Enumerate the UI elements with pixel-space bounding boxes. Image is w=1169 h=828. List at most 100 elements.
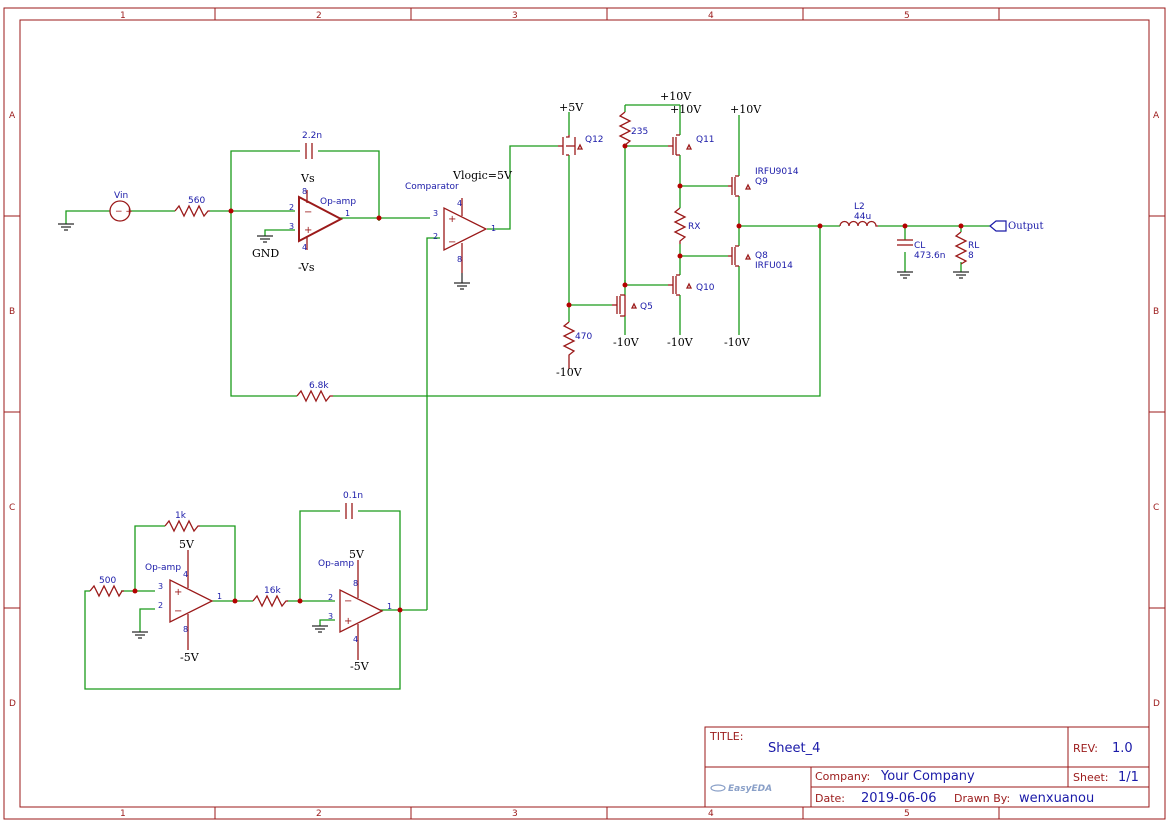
col-label: 4 — [708, 11, 714, 21]
mosfet-q10 — [668, 274, 693, 296]
r68k-label: 6.8k — [309, 381, 329, 391]
l2-label: L2 — [854, 202, 865, 212]
resistor-470 — [562, 321, 576, 369]
n10v-label: -10V — [667, 336, 694, 349]
r16k-label: 16k — [264, 586, 281, 596]
svg-text:−: − — [174, 606, 182, 617]
resistor-500 — [89, 584, 124, 598]
output-port — [989, 220, 1007, 232]
mosfet-q5 — [612, 294, 638, 317]
row-label: A — [9, 111, 16, 121]
svg-text:− +: − + — [115, 207, 133, 217]
row-label: B — [9, 307, 15, 317]
capacitor-2-2n — [305, 143, 313, 159]
drawn-by-label: Drawn By: — [954, 792, 1010, 805]
svg-text:4: 4 — [353, 635, 358, 644]
svg-text:−: − — [304, 207, 312, 218]
svg-text:8: 8 — [302, 187, 307, 196]
wires — [65, 104, 990, 690]
svg-text:1: 1 — [387, 602, 392, 611]
c01n-label: 0.1n — [343, 491, 363, 501]
q8-label: Q8 — [755, 251, 768, 261]
r500-label: 500 — [99, 576, 116, 586]
mosfet-q8 — [728, 245, 752, 267]
row-label: A — [1153, 111, 1160, 121]
resistor-6-8k — [296, 389, 333, 403]
row-label: B — [1153, 307, 1159, 317]
q10-label: Q10 — [696, 283, 715, 293]
col-label: 5 — [904, 11, 910, 21]
mosfet-q11 — [668, 134, 693, 156]
date-value: 2019-06-06 — [861, 791, 937, 806]
resistor-560 — [174, 204, 210, 218]
col-label: 1 — [120, 809, 126, 819]
rx-label: RX — [688, 222, 700, 232]
svg-text:3: 3 — [158, 582, 163, 591]
svg-text:3: 3 — [433, 209, 438, 218]
vs-label: Vs — [300, 172, 315, 185]
mosfet-q9 — [728, 175, 752, 197]
title-block: TITLE: Sheet_4 REV: 1.0 Company: Your Co… — [704, 726, 1150, 808]
n10v-label: -10V — [556, 366, 583, 379]
svg-text:4: 4 — [302, 243, 307, 252]
col-label: 1 — [120, 11, 126, 21]
q8-part-label: IRFU014 — [755, 261, 793, 271]
col-label: 3 — [512, 809, 518, 819]
opamp2-label: Op-amp — [145, 563, 181, 573]
svg-text:8: 8 — [353, 579, 358, 588]
opamp3-label: Op-amp — [318, 559, 354, 569]
p10v-label: +10V — [730, 103, 762, 116]
junctions — [132, 143, 964, 613]
vlogic-label: Vlogic=5V — [452, 169, 513, 182]
company-label: Company: — [815, 770, 870, 783]
sheet-label: Sheet: — [1073, 771, 1109, 784]
gnd-label: GND — [252, 247, 279, 260]
svg-text:1: 1 — [491, 224, 496, 233]
sheet-value: 1/1 — [1118, 770, 1139, 785]
r1k-label: 1k — [175, 511, 187, 521]
svg-text:2: 2 — [158, 601, 163, 610]
resistor-235 — [618, 111, 632, 146]
col-label: 2 — [316, 11, 322, 21]
mosfet-q12 — [558, 135, 584, 156]
svg-text:1: 1 — [345, 209, 350, 218]
date-label: Date: — [815, 792, 845, 805]
svg-text:2: 2 — [433, 232, 438, 241]
resistor-rx — [673, 207, 687, 244]
svg-text:+: + — [344, 616, 352, 627]
svg-text:2: 2 — [328, 593, 333, 602]
nv5-label: -5V — [180, 651, 200, 664]
comparator: + − — [443, 198, 488, 273]
schematic-sheet: 1 2 3 4 5 1 2 3 4 5 A B C D A B C D − + … — [3, 7, 1166, 820]
company-value: Your Company — [880, 769, 975, 784]
col-label: 4 — [708, 809, 714, 819]
rl-value-label: 8 — [968, 251, 974, 261]
p10v-label: +10V — [660, 90, 692, 103]
svg-text:4: 4 — [183, 570, 188, 579]
resistor-rl — [954, 231, 968, 265]
output-label: Output — [1008, 221, 1044, 232]
p5v-label: +5V — [559, 101, 584, 114]
svg-text:8: 8 — [183, 625, 188, 634]
svg-text:3: 3 — [328, 612, 333, 621]
q9-part-label: IRFU9014 — [755, 167, 799, 177]
resistor-16k — [252, 594, 288, 608]
l2-value-label: 44u — [854, 212, 871, 222]
col-label: 2 — [316, 809, 322, 819]
row-label: C — [1153, 503, 1159, 513]
opamp-label: Op-amp — [320, 197, 356, 207]
n10v-label: -10V — [724, 336, 751, 349]
v5-label: 5V — [179, 538, 195, 551]
q9-label: Q9 — [755, 177, 768, 187]
vin-label: Vin — [114, 191, 128, 201]
svg-text:3: 3 — [289, 222, 294, 231]
sheet-frame: 1 2 3 4 5 1 2 3 4 5 A B C D A B C D — [3, 7, 1166, 820]
q11-label: Q11 — [696, 135, 715, 145]
drawn-by-value: wenxuanou — [1019, 791, 1094, 806]
rev-value: 1.0 — [1112, 741, 1133, 756]
p10v-label: +10V — [670, 103, 702, 116]
col-label: 3 — [512, 11, 518, 21]
ground-symbols — [58, 223, 969, 639]
q12-label: Q12 — [585, 135, 604, 145]
svg-text:+: + — [174, 587, 182, 598]
